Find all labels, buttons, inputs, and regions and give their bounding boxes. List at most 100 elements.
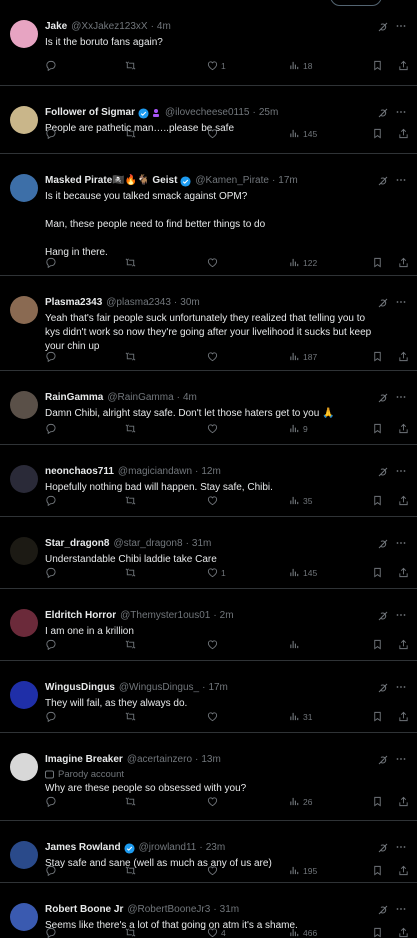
grok-icon[interactable] [377,754,389,766]
avatar[interactable] [10,106,38,134]
more-options-icon[interactable] [395,20,407,32]
tweet[interactable]: Eldritch Horror @Themyster1ous01 · 2m I am o… [0,589,417,661]
like-button[interactable] [207,639,218,650]
avatar[interactable] [10,681,38,709]
grok-icon[interactable] [377,21,389,33]
more-options-icon[interactable] [395,174,407,186]
bookmark-button[interactable] [372,495,383,506]
reply-button[interactable] [45,865,56,876]
share-button[interactable] [398,60,409,71]
timestamp[interactable]: 25m [259,106,278,120]
tweet[interactable]: Plasma2343 @plasma2343 · 30m Yeah that's fai… [0,276,417,371]
display-name[interactable]: neonchaos711 [45,465,114,479]
retweet-button[interactable] [125,865,136,876]
grok-icon[interactable] [377,538,389,550]
reply-button[interactable] [45,711,56,722]
share-button[interactable] [398,639,409,650]
timestamp[interactable]: 4m [157,20,171,34]
timestamp[interactable]: 4m [183,391,197,405]
views-button[interactable]: 466 [289,927,317,938]
display-name[interactable]: WingusDingus [45,681,115,695]
avatar[interactable] [10,753,38,781]
avatar[interactable] [10,296,38,324]
bookmark-button[interactable] [372,639,383,650]
bookmark-button[interactable] [372,351,383,362]
bookmark-button[interactable] [372,60,383,71]
share-button[interactable] [398,257,409,268]
tweet[interactable]: James Rowland @jrowland11 · 23m Stay safe an… [0,821,417,883]
tweet[interactable]: Star_dragon8 @star_dragon8 · 31m Understanda… [0,517,417,589]
views-button[interactable]: 35 [289,495,312,506]
timestamp[interactable]: 23m [206,841,225,855]
display-name[interactable]: Eldritch Horror [45,609,116,623]
share-button[interactable] [398,711,409,722]
bookmark-button[interactable] [372,865,383,876]
retweet-button[interactable] [125,796,136,807]
timestamp[interactable]: 17m [208,681,227,695]
avatar[interactable] [10,174,38,202]
reply-button[interactable] [45,60,56,71]
like-button[interactable] [207,865,218,876]
more-options-icon[interactable] [395,296,407,308]
retweet-button[interactable] [125,927,136,938]
handle[interactable]: @Themyster1ous01 [120,609,210,623]
grok-icon[interactable] [377,297,389,309]
grok-icon[interactable] [377,175,389,187]
display-name[interactable]: Masked Pirate🏴‍☠️🔥🐐 Geist [45,174,177,188]
tweet[interactable]: Jake @XxJakez123xX · 4m Is it the boruto fan… [0,0,417,86]
display-name[interactable]: Follower of Sigmar [45,106,135,120]
like-button[interactable] [207,257,218,268]
views-button[interactable]: 145 [289,128,317,139]
share-button[interactable] [398,423,409,434]
more-options-icon[interactable] [395,106,407,118]
handle[interactable]: @WingusDingus_ [119,681,199,695]
like-button[interactable]: 4 [207,927,226,938]
timestamp[interactable]: 13m [201,753,220,767]
more-options-icon[interactable] [395,753,407,765]
display-name[interactable]: Plasma2343 [45,296,102,310]
more-options-icon[interactable] [395,903,407,915]
display-name[interactable]: Imagine Breaker [45,753,123,767]
avatar[interactable] [10,609,38,637]
timestamp[interactable]: 30m [180,296,199,310]
grok-icon[interactable] [377,392,389,404]
share-button[interactable] [398,128,409,139]
handle[interactable]: @acertainzero [127,753,192,767]
reply-button[interactable] [45,351,56,362]
like-button[interactable] [207,351,218,362]
bookmark-button[interactable] [372,423,383,434]
like-button[interactable]: 1 [207,60,226,71]
handle[interactable]: @RainGamma [107,391,173,405]
bookmark-button[interactable] [372,796,383,807]
handle[interactable]: @jrowland11 [139,841,197,855]
timestamp[interactable]: 31m [192,537,211,551]
like-button[interactable] [207,128,218,139]
reply-button[interactable] [45,796,56,807]
more-options-icon[interactable] [395,841,407,853]
reply-button[interactable] [45,128,56,139]
grok-icon[interactable] [377,904,389,916]
views-button[interactable]: 26 [289,796,312,807]
avatar[interactable] [10,537,38,565]
timestamp[interactable]: 12m [201,465,220,479]
like-button[interactable] [207,495,218,506]
grok-icon[interactable] [377,842,389,854]
views-button[interactable]: 9 [289,423,308,434]
more-options-icon[interactable] [395,391,407,403]
grok-icon[interactable] [377,107,389,119]
reply-button[interactable] [45,567,56,578]
avatar[interactable] [10,903,38,931]
bookmark-button[interactable] [372,128,383,139]
more-options-icon[interactable] [395,681,407,693]
views-button[interactable]: 18 [289,60,312,71]
share-button[interactable] [398,567,409,578]
display-name[interactable]: Robert Boone Jr [45,903,123,917]
reply-button[interactable] [45,423,56,434]
tweet[interactable]: Imagine Breaker @acertainzero · 13m Parody a… [0,733,417,821]
share-button[interactable] [398,865,409,876]
retweet-button[interactable] [125,567,136,578]
grok-icon[interactable] [377,610,389,622]
retweet-button[interactable] [125,711,136,722]
like-button[interactable] [207,423,218,434]
more-options-icon[interactable] [395,609,407,621]
